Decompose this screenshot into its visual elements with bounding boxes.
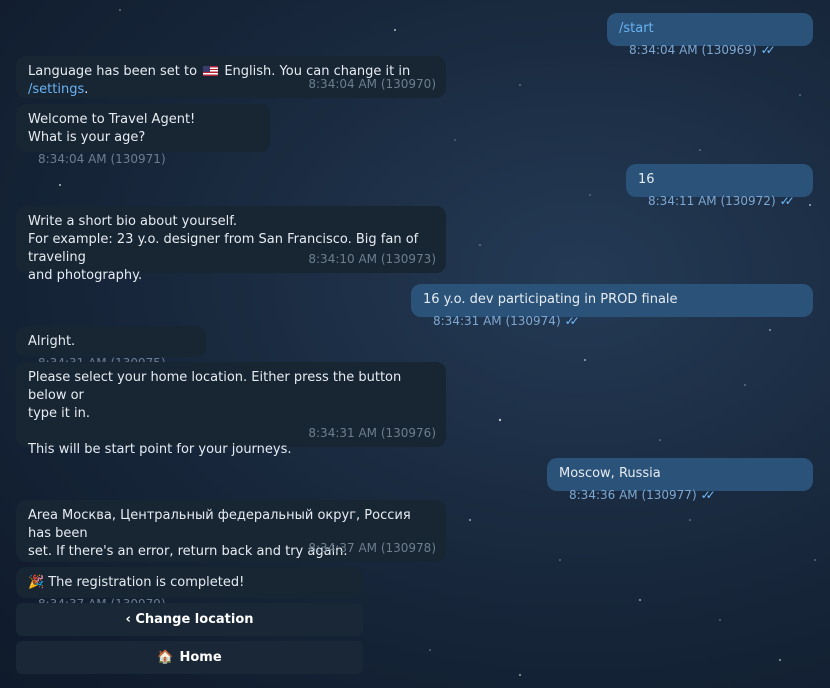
home-button[interactable]: 🏠 Home xyxy=(16,641,363,674)
message-outgoing: 16 8:34:11 AM (130972) ✓✓ xyxy=(626,164,813,208)
message-text: and photography. xyxy=(28,268,143,283)
message-time: 8:34:04 AM (130969) ✓✓ xyxy=(629,43,776,57)
message-time: 8:34:37 AM (130978) xyxy=(308,541,436,555)
message-time: 8:34:10 AM (130973) xyxy=(308,252,436,266)
message-incoming: Language has been set to English. You ca… xyxy=(16,56,446,98)
read-checkmark-icon: ✓✓ xyxy=(779,194,795,208)
message-time: 8:34:04 AM (130970) xyxy=(308,77,436,91)
message-outgoing: /start 8:34:04 AM (130969) ✓✓ xyxy=(607,13,813,57)
message-text: This will be start point for your journe… xyxy=(28,442,292,457)
message-text: Area Москва, Центральный федеральный окр… xyxy=(28,508,411,541)
change-location-label: ‹ Change location xyxy=(125,612,254,627)
message-text: 16 xyxy=(638,172,655,187)
message-text[interactable]: /start xyxy=(619,21,654,36)
settings-link[interactable]: /settings xyxy=(28,82,84,97)
message-text: type it in. xyxy=(28,406,90,421)
message-time: 8:34:36 AM (130977) ✓✓ xyxy=(569,488,716,502)
message-time: 8:34:11 AM (130972) ✓✓ xyxy=(648,194,795,208)
message-text: 16 y.o. dev participating in PROD finale xyxy=(423,292,678,307)
home-label: Home xyxy=(179,650,222,665)
message-incoming: Please select your home location. Either… xyxy=(16,362,446,457)
message-outgoing: Moscow, Russia 8:34:36 AM (130977) ✓✓ xyxy=(547,458,813,502)
message-text: Moscow, Russia xyxy=(559,466,661,481)
message-text: The registration is completed! xyxy=(48,575,245,590)
party-popper-icon: 🎉 xyxy=(28,575,45,590)
read-checkmark-icon: ✓✓ xyxy=(564,314,580,328)
message-text: Welcome to Travel Agent! xyxy=(28,112,196,127)
message-outgoing: 16 y.o. dev participating in PROD finale… xyxy=(411,284,813,328)
message-incoming: Write a short bio about yourself. For ex… xyxy=(16,206,446,283)
message-text: What is your age?8:34:04 AM (130971) xyxy=(28,130,166,166)
read-checkmark-icon: ✓✓ xyxy=(700,488,716,502)
message-time: 8:34:31 AM (130974) ✓✓ xyxy=(433,314,580,328)
message-incoming: Alright.8:34:31 AM (130975) xyxy=(16,326,206,370)
message-text: Alright. xyxy=(28,334,76,349)
change-location-button[interactable]: ‹ Change location xyxy=(16,603,363,636)
message-text: Please select your home location. Either… xyxy=(28,370,402,403)
message-time: 8:34:31 AM (130976) xyxy=(308,426,436,440)
us-flag-icon xyxy=(203,66,219,76)
message-incoming: Area Москва, Центральный федеральный окр… xyxy=(16,500,446,562)
read-checkmark-icon: ✓✓ xyxy=(760,43,776,57)
house-icon: 🏠 xyxy=(157,650,174,665)
message-incoming: Welcome to Travel Agent! What is your ag… xyxy=(16,104,270,166)
message-text: Write a short bio about yourself. xyxy=(28,214,238,229)
message-incoming: 🎉The registration is completed!8:34:37 A… xyxy=(16,567,363,611)
message-time: 8:34:04 AM (130971) xyxy=(38,152,166,166)
